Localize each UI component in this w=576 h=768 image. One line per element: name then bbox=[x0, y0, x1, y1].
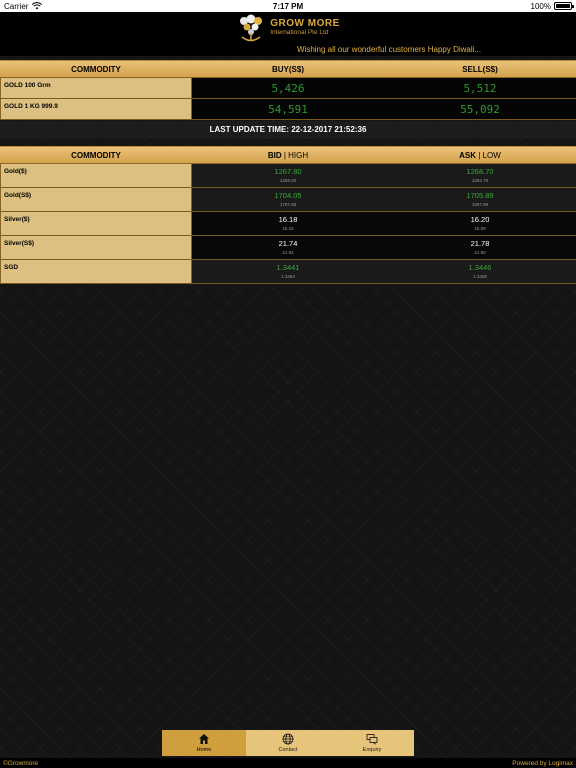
commodity-name: GOLD 100 Grm bbox=[0, 78, 192, 98]
home-icon bbox=[199, 734, 209, 744]
bid-cell: 1267.80 1269.20 bbox=[192, 164, 384, 187]
tab-contact-label: Contact bbox=[278, 747, 298, 753]
ask-cell: 1.3446 1.3408 bbox=[384, 260, 576, 283]
bid-cell: 1.3441 1.3494 bbox=[192, 260, 384, 283]
logo-subtitle: International Pte Ltd bbox=[270, 29, 329, 37]
ask-price: 16.20 bbox=[470, 215, 490, 224]
header-commodity: COMMODITY bbox=[71, 150, 121, 160]
header-bid: BID bbox=[267, 150, 282, 160]
battery-fill bbox=[556, 4, 570, 8]
ask-price: 1268.70 bbox=[466, 167, 494, 176]
bid-price: 16.18 bbox=[278, 215, 298, 224]
high-price: 1.3494 bbox=[281, 273, 295, 279]
header-bid-high: BID | HIGH bbox=[192, 151, 384, 160]
ask-cell: 16.20 16.09 bbox=[384, 212, 576, 235]
sell-cell: 5,512 bbox=[384, 78, 576, 98]
tab-enquiry-label: Enquiry bbox=[362, 747, 382, 753]
chat-icon bbox=[366, 734, 378, 745]
bid-price: 21.74 bbox=[278, 239, 298, 248]
header-buy: BUY(S$) bbox=[271, 64, 304, 74]
header-ask-low: ASK | LOW bbox=[384, 151, 576, 160]
wifi-icon bbox=[32, 2, 43, 10]
high-price: 1707.58 bbox=[279, 201, 297, 207]
low-price: 1264.70 bbox=[471, 177, 489, 183]
commodity-name: Gold(S$) bbox=[0, 188, 192, 211]
header-commodity: COMMODITY bbox=[71, 64, 121, 74]
header-ask: ASK bbox=[459, 150, 477, 160]
commodity-name: Gold($) bbox=[0, 164, 192, 187]
last-update-time: LAST UPDATE TIME: 22-12-2017 21:52:36 bbox=[0, 121, 576, 139]
table-row: Gold($) 1267.80 1269.20 1268.70 1264.70 bbox=[0, 164, 576, 188]
sell-price: 55,092 bbox=[460, 102, 500, 116]
buy-cell: 5,426 bbox=[192, 78, 384, 98]
footer: ©Growmore Powered by Logimax bbox=[0, 758, 576, 768]
tab-home[interactable]: Home bbox=[162, 730, 246, 756]
tab-enquiry[interactable]: Enquiry bbox=[330, 730, 414, 756]
buy-sell-header: COMMODITY BUY(S$) SELL(S$) bbox=[0, 60, 576, 78]
header-sell: SELL(S$) bbox=[462, 64, 498, 74]
table-row: Silver(S$) 21.74 21.84 21.78 21.60 bbox=[0, 236, 576, 260]
table-row: GOLD 100 Grm 5,426 5,512 bbox=[0, 78, 576, 99]
logo: GROW MORE International Pte Ltd bbox=[236, 13, 340, 43]
low-price: 21.60 bbox=[474, 249, 486, 255]
buy-sell-table: COMMODITY BUY(S$) SELL(S$) GOLD 100 Grm … bbox=[0, 60, 576, 120]
high-price: 21.84 bbox=[282, 249, 294, 255]
commodity-name: SGD bbox=[0, 260, 192, 283]
tab-contact[interactable]: Contact bbox=[246, 730, 330, 756]
bid-price: 1.3441 bbox=[276, 263, 300, 272]
ask-price: 21.78 bbox=[470, 239, 490, 248]
high-price: 1269.20 bbox=[279, 177, 297, 183]
ask-price: 1705.89 bbox=[466, 191, 494, 200]
logo-icon bbox=[240, 14, 263, 42]
header-low: LOW bbox=[482, 150, 501, 160]
sell-cell: 55,092 bbox=[384, 99, 576, 119]
commodity-name: Silver(S$) bbox=[0, 236, 192, 259]
bid-cell: 21.74 21.84 bbox=[192, 236, 384, 259]
commodity-name: Silver($) bbox=[0, 212, 192, 235]
header-separator: | bbox=[478, 150, 481, 160]
bid-ask-header: COMMODITY BID | HIGH ASK | LOW bbox=[0, 146, 576, 164]
commodity-name: GOLD 1 KG 999.9 bbox=[0, 99, 192, 119]
ask-cell: 1705.89 1697.99 bbox=[384, 188, 576, 211]
announcement-marquee: Wishing all our wonderful customers Happ… bbox=[0, 44, 576, 56]
bid-cell: 1704.05 1707.58 bbox=[192, 188, 384, 211]
buy-price: 54,591 bbox=[268, 102, 308, 116]
status-left: Carrier bbox=[4, 1, 43, 11]
bid-ask-table: COMMODITY BID | HIGH ASK | LOW Gold($) 1… bbox=[0, 146, 576, 284]
carrier-label: Carrier bbox=[4, 1, 29, 11]
table-row: SGD 1.3441 1.3494 1.3446 1.3408 bbox=[0, 260, 576, 284]
header-separator: | bbox=[283, 150, 286, 160]
table-row: GOLD 1 KG 999.9 54,591 55,092 bbox=[0, 99, 576, 120]
ask-cell: 1268.70 1264.70 bbox=[384, 164, 576, 187]
sell-price: 5,512 bbox=[463, 81, 497, 95]
status-bar: Carrier 7:17 PM 100% bbox=[0, 0, 576, 12]
logo-text: GROW MORE International Pte Ltd bbox=[270, 19, 340, 37]
footer-copyright: ©Growmore bbox=[3, 759, 39, 767]
ask-price: 1.3446 bbox=[468, 263, 492, 272]
low-price: 1697.99 bbox=[471, 201, 489, 207]
table-row: Gold(S$) 1704.05 1707.58 1705.89 1697.99 bbox=[0, 188, 576, 212]
buy-price: 5,426 bbox=[271, 81, 305, 95]
status-time: 7:17 PM bbox=[272, 1, 304, 11]
footer-powered-by: Powered by Logimax bbox=[512, 759, 573, 767]
globe-icon bbox=[282, 733, 294, 745]
low-price: 16.09 bbox=[474, 225, 486, 231]
status-right: 100% bbox=[530, 1, 574, 11]
buy-cell: 54,591 bbox=[192, 99, 384, 119]
bid-cell: 16.18 16.22 bbox=[192, 212, 384, 235]
ask-cell: 21.78 21.60 bbox=[384, 236, 576, 259]
app-header: GROW MORE International Pte Ltd bbox=[0, 12, 576, 44]
logo-title: GROW MORE bbox=[270, 18, 340, 30]
battery-percent: 100% bbox=[530, 1, 551, 11]
tab-bar: Home Contact Enquiry bbox=[162, 730, 414, 756]
high-price: 16.22 bbox=[282, 225, 294, 231]
tab-home-label: Home bbox=[196, 747, 212, 753]
battery-icon bbox=[554, 2, 574, 10]
low-price: 1.3408 bbox=[473, 273, 487, 279]
header-high: HIGH bbox=[288, 150, 309, 160]
table-row: Silver($) 16.18 16.22 16.20 16.09 bbox=[0, 212, 576, 236]
bid-price: 1704.05 bbox=[274, 191, 302, 200]
bid-price: 1267.80 bbox=[274, 167, 302, 176]
